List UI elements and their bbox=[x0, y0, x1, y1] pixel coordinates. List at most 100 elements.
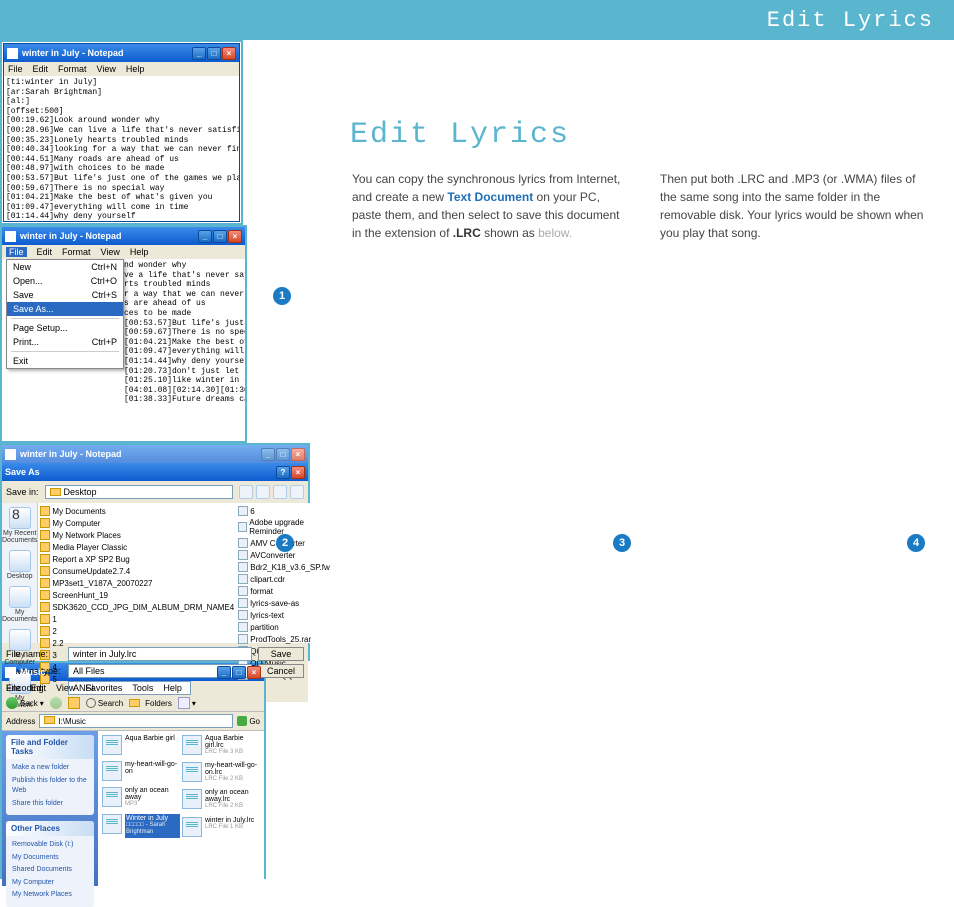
save-button[interactable]: Save bbox=[258, 647, 304, 661]
list-item[interactable]: lyrics-save-as bbox=[238, 597, 329, 609]
menu-edit[interactable]: Edit bbox=[33, 64, 49, 74]
list-item[interactable]: ConsumeUpdate2.7.4 bbox=[40, 565, 234, 577]
file-pane[interactable]: Aqua Barbie girlmy-heart-will-go-ononly … bbox=[98, 731, 264, 886]
menu-item-open[interactable]: Open...Ctrl+O bbox=[7, 274, 123, 288]
task-link[interactable]: Publish this folder to the Web bbox=[12, 776, 88, 797]
list-item[interactable]: 1 bbox=[40, 613, 234, 625]
file-item[interactable]: my-heart-will-go-on.lrcLRC File 2 KB bbox=[182, 762, 260, 783]
close-button[interactable]: × bbox=[291, 466, 305, 479]
back-icon[interactable] bbox=[239, 485, 253, 499]
place-desktop[interactable]: Desktop bbox=[7, 550, 33, 580]
task-link[interactable]: Make a new folder bbox=[12, 763, 88, 774]
list-item[interactable]: clipart.cdr bbox=[238, 573, 329, 585]
list-item[interactable]: Bdr2_K18_v3.6_SP.fw bbox=[238, 561, 329, 573]
window-titlebar[interactable]: winter in July - Notepad _ □ × bbox=[4, 44, 239, 62]
menu-item-new[interactable]: NewCtrl+N bbox=[7, 260, 123, 274]
file-item[interactable]: Winter in July□□□□□ - Sarah Brightman bbox=[102, 814, 180, 837]
file-item[interactable]: my-heart-will-go-on bbox=[102, 761, 180, 781]
minimize-button[interactable]: _ bbox=[261, 448, 275, 461]
list-item[interactable]: SDK3620_CCD_JPG_DIM_ALBUM_DRM_NAME4 bbox=[40, 601, 234, 613]
list-item[interactable]: 6 bbox=[238, 505, 329, 517]
maximize-button[interactable]: □ bbox=[213, 230, 227, 243]
minimize-button[interactable]: _ bbox=[192, 47, 206, 60]
close-button[interactable]: × bbox=[228, 230, 242, 243]
minimize-button[interactable]: _ bbox=[217, 666, 231, 679]
menu-item-saveas[interactable]: Save As... bbox=[7, 302, 123, 316]
task-header[interactable]: Other Places bbox=[6, 821, 94, 836]
place-documents[interactable]: My Documents bbox=[2, 586, 37, 623]
menu-view[interactable]: View bbox=[56, 683, 75, 693]
menu-view[interactable]: View bbox=[101, 247, 120, 257]
menu-help[interactable]: Help bbox=[126, 64, 145, 74]
list-item[interactable]: 2 bbox=[40, 625, 234, 637]
close-button[interactable]: × bbox=[247, 666, 261, 679]
menu-help[interactable]: Help bbox=[130, 247, 149, 257]
task-link[interactable]: My Network Places bbox=[12, 890, 88, 901]
close-button[interactable]: × bbox=[291, 448, 305, 461]
notepad-text-area[interactable]: [ti:winter in July] [ar:Sarah Brightman]… bbox=[4, 76, 239, 221]
menu-file[interactable]: File bbox=[6, 683, 21, 693]
close-button[interactable]: × bbox=[222, 47, 236, 60]
back-button[interactable]: Back ▾ bbox=[6, 697, 44, 709]
menu-item-pagesetup[interactable]: Page Setup... bbox=[7, 321, 123, 335]
maximize-button[interactable]: □ bbox=[207, 47, 221, 60]
views-icon[interactable] bbox=[290, 485, 304, 499]
file-item[interactable]: Aqua Barbie girl bbox=[102, 735, 180, 755]
menu-tools[interactable]: Tools bbox=[132, 683, 153, 693]
list-item[interactable]: Report a XP SP2 Bug bbox=[40, 553, 234, 565]
file-item[interactable]: winter in July.lrcLRC File 1 KB bbox=[182, 817, 260, 837]
up-icon[interactable] bbox=[256, 485, 270, 499]
maximize-button[interactable]: □ bbox=[276, 448, 290, 461]
task-header[interactable]: File and Folder Tasks bbox=[6, 735, 94, 759]
address-field[interactable]: I:\Music bbox=[39, 714, 233, 728]
menu-help[interactable]: Help bbox=[163, 683, 182, 693]
file-item[interactable]: only an ocean away.lrcLRC File 2 KB bbox=[182, 789, 260, 810]
list-item[interactable]: MP3set1_V187A_20070227 bbox=[40, 577, 234, 589]
menu-format[interactable]: Format bbox=[58, 64, 87, 74]
menu-file[interactable]: File bbox=[8, 64, 23, 74]
folders-button[interactable]: Folders bbox=[129, 699, 172, 708]
views-button[interactable]: ▾ bbox=[178, 697, 196, 709]
menu-edit[interactable]: Edit bbox=[31, 683, 47, 693]
list-item[interactable]: ScreenHunt_19 bbox=[40, 589, 234, 601]
list-item[interactable]: My Computer bbox=[40, 517, 234, 529]
file-icon bbox=[182, 735, 202, 755]
maximize-button[interactable]: □ bbox=[232, 666, 246, 679]
list-item[interactable]: ProdTools_25.rar bbox=[238, 633, 329, 645]
menu-edit[interactable]: Edit bbox=[37, 247, 53, 257]
savein-dropdown[interactable]: Desktop bbox=[45, 485, 233, 499]
task-link[interactable]: Removable Disk (I:) bbox=[12, 840, 88, 851]
menu-item-exit[interactable]: Exit bbox=[7, 354, 123, 368]
minimize-button[interactable]: _ bbox=[198, 230, 212, 243]
list-item[interactable]: My Network Places bbox=[40, 529, 234, 541]
task-link[interactable]: Shared Documents bbox=[12, 865, 88, 876]
forward-button[interactable] bbox=[50, 697, 62, 709]
file-list[interactable]: My DocumentsMy ComputerMy Network Places… bbox=[38, 503, 331, 643]
menu-item-save[interactable]: SaveCtrl+S bbox=[7, 288, 123, 302]
menu-item-print[interactable]: Print...Ctrl+P bbox=[7, 335, 123, 349]
dialog-titlebar[interactable]: Save As ? × bbox=[2, 463, 308, 481]
task-link[interactable]: My Documents bbox=[12, 853, 88, 864]
list-item[interactable]: My Documents bbox=[40, 505, 234, 517]
list-item[interactable]: lyrics-text bbox=[238, 609, 329, 621]
go-button[interactable]: Go bbox=[237, 716, 260, 726]
cancel-button[interactable]: Cancel bbox=[258, 664, 304, 678]
place-computer[interactable]: My Computer bbox=[2, 629, 37, 666]
task-link[interactable]: My Computer bbox=[12, 878, 88, 889]
help-button[interactable]: ? bbox=[276, 466, 290, 479]
list-item[interactable]: partition bbox=[238, 621, 329, 633]
window-titlebar[interactable]: winter in July - Notepad _ □ × bbox=[2, 227, 245, 245]
search-button[interactable]: Search bbox=[86, 698, 123, 708]
menu-favorites[interactable]: Favorites bbox=[85, 683, 122, 693]
file-item[interactable]: Aqua Barbie girl.lrcLRC File 3 KB bbox=[182, 735, 260, 756]
menu-format[interactable]: Format bbox=[62, 247, 91, 257]
menu-view[interactable]: View bbox=[97, 64, 116, 74]
list-item[interactable]: format bbox=[238, 585, 329, 597]
up-button[interactable] bbox=[68, 697, 80, 709]
newfolder-icon[interactable] bbox=[273, 485, 287, 499]
menu-file-active[interactable]: File bbox=[6, 247, 27, 257]
file-item[interactable]: only an ocean awayMP3 bbox=[102, 787, 180, 808]
list-item[interactable]: Media Player Classic bbox=[40, 541, 234, 553]
filename-field[interactable]: winter in July.lrc bbox=[68, 647, 252, 661]
task-link[interactable]: Share this folder bbox=[12, 799, 88, 810]
